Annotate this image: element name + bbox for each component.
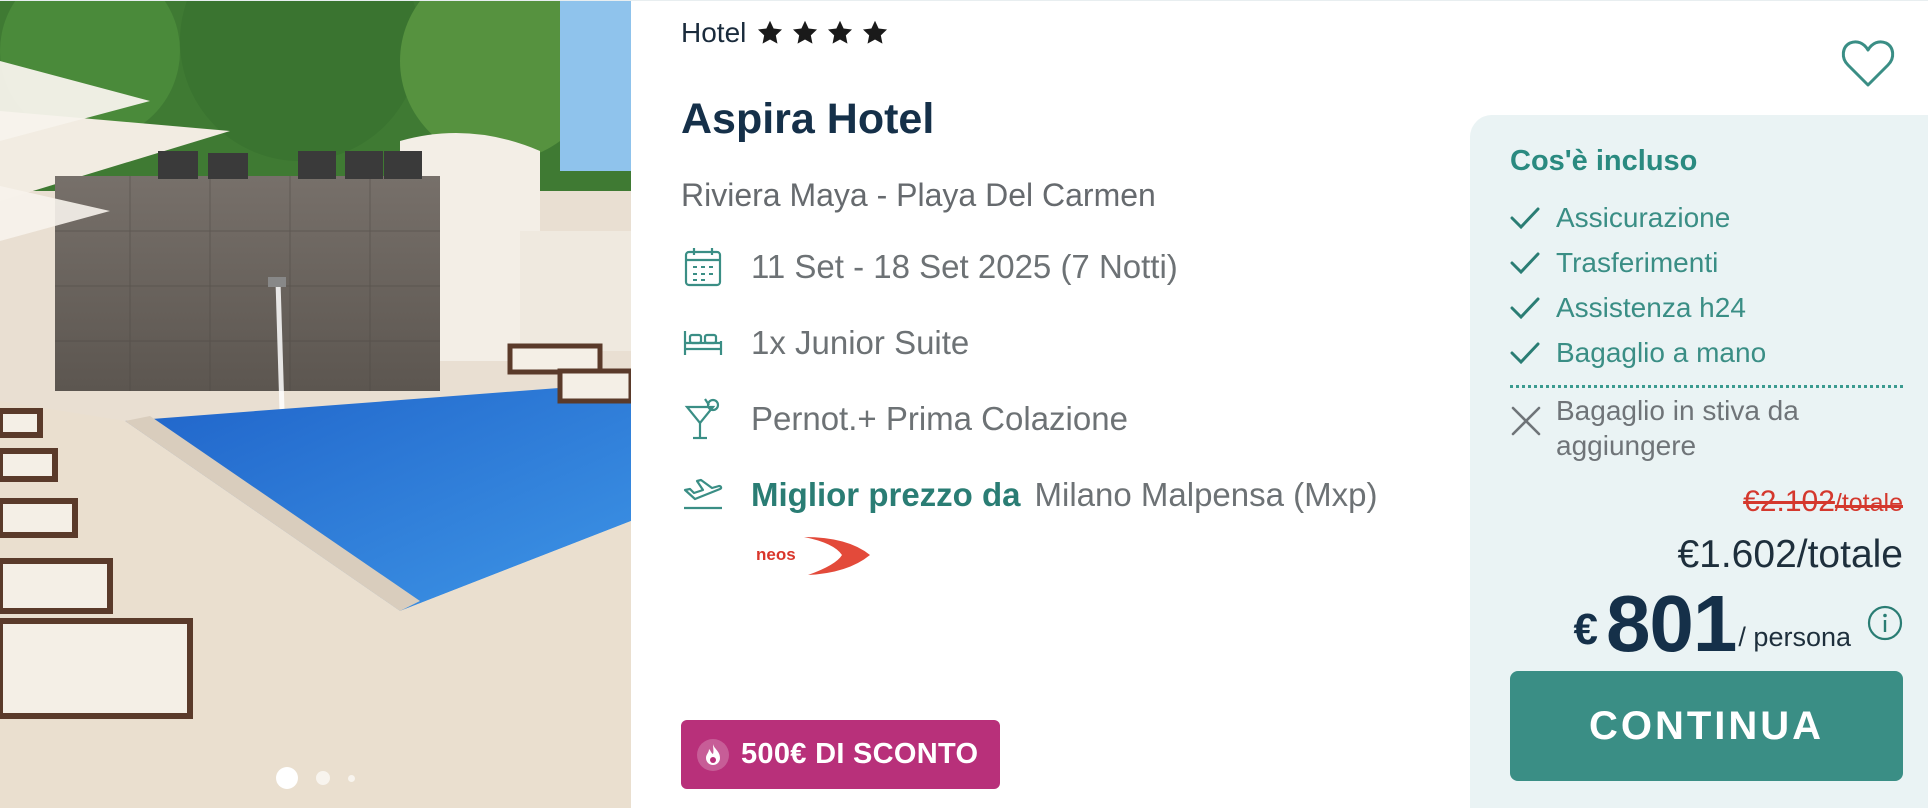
hotel-card[interactable]: Hotel Aspira Hotel Riviera Maya - Playa … <box>0 0 1928 808</box>
star-rating <box>756 19 889 47</box>
check-icon <box>1510 207 1540 229</box>
price-currency: € <box>1573 605 1598 654</box>
hotel-category: Hotel <box>681 17 889 49</box>
included-separator <box>1510 385 1903 388</box>
board-type: Pernot.+ Prima Colazione <box>681 397 1128 441</box>
room-type: 1x Junior Suite <box>681 321 969 365</box>
hotel-photo[interactable] <box>0 1 631 808</box>
booking-panel: Cos'è incluso Assicurazione Trasferiment… <box>1470 115 1928 808</box>
star-icon <box>863 20 888 44</box>
price-amount: 801 <box>1605 579 1737 668</box>
original-price-amount: €2.102 <box>1743 485 1835 518</box>
star-icon <box>793 20 818 44</box>
plane-icon <box>681 473 725 517</box>
airline-logo: neos <box>756 537 870 575</box>
check-icon <box>1510 342 1540 364</box>
star-icon <box>758 20 783 44</box>
included-list: Assicurazione Trasferimenti Assistenza h… <box>1510 195 1900 375</box>
continue-button[interactable]: CONTINUA <box>1510 671 1903 781</box>
included-item-label: Trasferimenti <box>1556 246 1719 278</box>
check-icon <box>1510 252 1540 274</box>
original-price-suffix: /totale <box>1834 489 1903 517</box>
flight-info: Miglior prezzo da Milano Malpensa (Mxp) <box>681 473 1377 517</box>
svg-text:neos: neos <box>756 545 796 564</box>
excluded-item: Bagaglio in stiva da aggiungere <box>1510 393 1900 463</box>
cross-icon <box>1511 406 1541 436</box>
board-type-text: Pernot.+ Prima Colazione <box>751 400 1128 437</box>
included-item: Bagaglio a mano <box>1510 330 1900 375</box>
flame-icon <box>697 738 729 771</box>
departure-airport: Milano Malpensa (Mxp) <box>1034 476 1378 513</box>
price-unit: / persona <box>1738 622 1851 652</box>
excluded-item-label: Bagaglio in stiva da aggiungere <box>1556 395 1799 461</box>
category-label: Hotel <box>681 17 747 48</box>
cocktail-icon <box>681 397 725 441</box>
included-item-label: Bagaglio a mano <box>1556 336 1767 368</box>
hotel-info: Hotel Aspira Hotel Riviera Maya - Playa … <box>681 1 1421 808</box>
price-per-person: € 801 / persona <box>1573 581 1903 667</box>
hotel-location: Riviera Maya - Playa Del Carmen <box>681 177 1156 213</box>
discount-label: 500€ DI SCONTO <box>741 738 979 770</box>
travel-dates: 11 Set - 18 Set 2025 (7 Notti) <box>681 245 1178 289</box>
bed-icon <box>681 321 725 365</box>
check-icon <box>1510 297 1540 319</box>
gallery-dot[interactable] <box>348 774 355 782</box>
room-type-text: 1x Junior Suite <box>751 324 970 361</box>
included-item-label: Assistenza h24 <box>1556 291 1746 323</box>
discount-badge: 500€ DI SCONTO <box>681 720 1001 789</box>
included-title: Cos'è incluso <box>1510 145 1698 177</box>
best-price-label: Miglior prezzo da <box>751 476 1021 513</box>
gallery-dot[interactable] <box>316 771 330 785</box>
total-price: €1.602/totale <box>1677 533 1903 576</box>
hotel-name[interactable]: Aspira Hotel <box>681 95 934 144</box>
included-item: Trasferimenti <box>1510 240 1900 285</box>
star-icon <box>828 20 853 44</box>
original-price: €2.102/totale <box>1743 485 1903 519</box>
gallery-pagination <box>0 767 631 789</box>
info-icon[interactable] <box>1867 605 1903 641</box>
included-item-label: Assicurazione <box>1556 201 1731 233</box>
gallery-dot-active[interactable] <box>276 767 298 789</box>
included-item: Assistenza h24 <box>1510 285 1900 330</box>
heart-icon[interactable] <box>1840 37 1896 89</box>
included-item: Assicurazione <box>1510 195 1900 240</box>
calendar-icon <box>681 245 725 289</box>
travel-dates-text: 11 Set - 18 Set 2025 (7 Notti) <box>751 248 1178 285</box>
hotel-photo-image <box>0 1 631 808</box>
continue-button-label: CONTINUA <box>1588 703 1825 748</box>
